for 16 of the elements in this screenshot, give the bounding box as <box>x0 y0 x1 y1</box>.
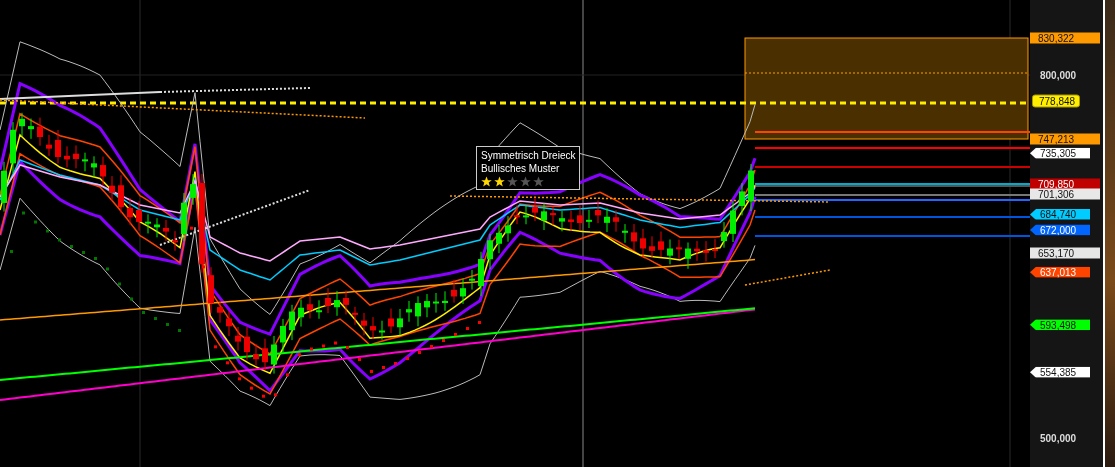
pattern-title: Symmetrisch Dreieck <box>481 149 576 162</box>
price-tag: 701,306 <box>1030 188 1100 200</box>
axis-label: 500,000 <box>1040 432 1077 444</box>
axis-label: 800,000 <box>1040 69 1077 81</box>
price-tag: 735,305 <box>1030 147 1090 159</box>
price-tag: 747,213 <box>1030 133 1100 145</box>
price-tag: 684,740 <box>1030 208 1090 220</box>
price-tag: 830,322 <box>1030 32 1100 44</box>
price-tag: 554,385 <box>1030 366 1090 378</box>
price-tag: 653,170 <box>1030 247 1100 259</box>
price-tag: 709,850 <box>1030 178 1100 190</box>
price-tag: 593,498 <box>1030 319 1090 331</box>
price-tag: 672,000 <box>1030 224 1090 236</box>
pattern-subtitle: Bullisches Muster <box>481 162 561 175</box>
price-tag: 778,848 <box>1032 94 1081 108</box>
price-tag: 637,013 <box>1030 266 1090 278</box>
